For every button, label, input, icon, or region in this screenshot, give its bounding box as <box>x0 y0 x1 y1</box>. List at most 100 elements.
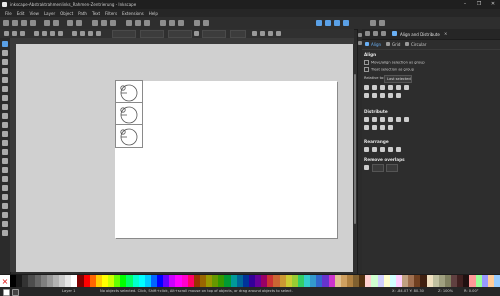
close-tab-button[interactable]: × <box>444 31 447 36</box>
pen-tool-icon[interactable] <box>2 140 8 146</box>
tweak-tool-icon[interactable] <box>2 59 8 65</box>
copy-icon[interactable] <box>92 20 98 26</box>
align-bottom-edges-icon[interactable] <box>404 85 409 90</box>
raise-icon[interactable] <box>80 31 85 36</box>
raise-to-top-icon[interactable] <box>72 31 77 36</box>
xml-editor-icon[interactable] <box>343 20 349 26</box>
subtab-circular[interactable]: Circular <box>411 42 426 47</box>
relative-to-select[interactable]: Last selected <box>384 75 412 83</box>
menu-layer[interactable]: Layer <box>44 11 55 16</box>
duplicate-icon[interactable] <box>160 20 166 26</box>
unclump-icon[interactable] <box>396 147 401 152</box>
document-page[interactable] <box>115 80 337 238</box>
stroke-indicator-icon[interactable] <box>12 289 19 296</box>
redo-icon[interactable] <box>76 20 82 26</box>
fill-stroke-icon[interactable] <box>316 20 322 26</box>
scroll-thumb[interactable] <box>354 74 356 224</box>
height-field[interactable] <box>202 30 226 38</box>
align-anchor-right-icon[interactable] <box>372 93 377 98</box>
layers-icon[interactable] <box>334 20 340 26</box>
minimize-button[interactable]: – <box>458 1 472 8</box>
star-tool-icon[interactable] <box>2 113 8 119</box>
new-document-icon[interactable] <box>3 20 9 26</box>
randomize-icon[interactable] <box>388 147 393 152</box>
rotate-cw-icon[interactable] <box>42 31 47 36</box>
menu-filters[interactable]: Filters <box>105 11 117 16</box>
rotate-ccw-icon[interactable] <box>34 31 39 36</box>
treat-as-group-option[interactable]: Treat selection as group <box>364 67 414 72</box>
layer-select[interactable]: Layer 1 <box>62 289 75 293</box>
node-tool-icon[interactable] <box>2 50 8 56</box>
menu-view[interactable]: View <box>29 11 39 16</box>
menu-help[interactable]: Help <box>149 11 158 16</box>
align-left-edges-icon[interactable] <box>364 85 369 90</box>
dropper-tool-icon[interactable] <box>2 212 8 218</box>
zoom-page-icon[interactable] <box>144 20 150 26</box>
menu-object[interactable]: Object <box>60 11 73 16</box>
zoom-tool-icon[interactable] <box>2 68 8 74</box>
ellipse-tool-icon[interactable] <box>2 104 8 110</box>
text-tool-icon[interactable] <box>2 158 8 164</box>
transform-patterns-icon[interactable] <box>276 31 281 36</box>
import-icon[interactable] <box>44 20 50 26</box>
distribute-gaps-h-icon[interactable] <box>388 117 393 122</box>
align-anchor-top-icon[interactable] <box>388 93 393 98</box>
zoom-level[interactable]: Z: 100% <box>438 289 453 293</box>
cut-icon[interactable] <box>101 20 107 26</box>
align-centers-horizontal-icon[interactable] <box>396 85 401 90</box>
measure-tool-icon[interactable] <box>2 77 8 83</box>
undo-icon[interactable] <box>67 20 73 26</box>
spray-tool-icon[interactable] <box>2 167 8 173</box>
maximize-button[interactable]: ❐ <box>472 1 486 8</box>
width-field[interactable] <box>168 30 192 38</box>
print-icon[interactable] <box>30 20 36 26</box>
export-icon[interactable] <box>53 20 59 26</box>
frame-object[interactable] <box>115 80 143 104</box>
preferences-icon[interactable] <box>379 20 385 26</box>
align-dialog-icon[interactable] <box>370 20 376 26</box>
box3d-tool-icon[interactable] <box>2 95 8 101</box>
flip-vertical-icon[interactable] <box>58 31 63 36</box>
lower-to-bottom-icon[interactable] <box>96 31 101 36</box>
exchange-clockwise-icon[interactable] <box>380 147 385 152</box>
menu-extensions[interactable]: Extensions <box>122 11 144 16</box>
zoom-selection-icon[interactable] <box>126 20 132 26</box>
zoom-drawing-icon[interactable] <box>135 20 141 26</box>
select-all-icon[interactable] <box>4 31 9 36</box>
gradient-tool-icon[interactable] <box>2 194 8 200</box>
save-icon[interactable] <box>21 20 27 26</box>
transform-gradients-icon[interactable] <box>268 31 273 36</box>
distribute-center-v-icon[interactable] <box>404 117 409 122</box>
selector-tool-icon[interactable] <box>2 41 8 47</box>
distribute-right-icon[interactable] <box>380 117 385 122</box>
distribute-left-icon[interactable] <box>364 117 369 122</box>
scale-stroke-icon[interactable] <box>252 31 257 36</box>
scale-corners-icon[interactable] <box>260 31 265 36</box>
distribute-baseline-h-icon[interactable] <box>380 125 385 130</box>
spiral-tool-icon[interactable] <box>2 122 8 128</box>
menu-file[interactable]: File <box>5 11 12 16</box>
exchange-positions-icon[interactable] <box>364 147 369 152</box>
overlap-h-gap-field[interactable] <box>372 164 384 172</box>
exchange-z-order-icon[interactable] <box>372 147 377 152</box>
canvas[interactable] <box>16 44 353 272</box>
close-window-button[interactable]: ✕ <box>486 1 500 8</box>
open-file-icon[interactable] <box>12 20 18 26</box>
clone-icon[interactable] <box>169 20 175 26</box>
rectangle-tool-icon[interactable] <box>2 86 8 92</box>
unlink-clone-icon[interactable] <box>178 20 184 26</box>
xml-tab-icon[interactable] <box>381 31 386 36</box>
align-centers-vertical-icon[interactable] <box>372 85 377 90</box>
mesh-tool-icon[interactable] <box>2 203 8 209</box>
menu-text[interactable]: Text <box>92 11 100 16</box>
pages-tool-icon[interactable] <box>2 230 8 236</box>
subtab-align[interactable]: Align <box>371 42 381 47</box>
align-right-edges-icon[interactable] <box>380 85 385 90</box>
align-top-edges-icon[interactable] <box>388 85 393 90</box>
subtab-grid[interactable]: Grid <box>392 42 400 47</box>
text-font-icon[interactable] <box>325 20 331 26</box>
lock-ratio-icon[interactable] <box>194 31 199 36</box>
align-anchor-left-icon[interactable] <box>364 93 369 98</box>
calligraphy-tool-icon[interactable] <box>2 149 8 155</box>
flip-horizontal-icon[interactable] <box>50 31 55 36</box>
